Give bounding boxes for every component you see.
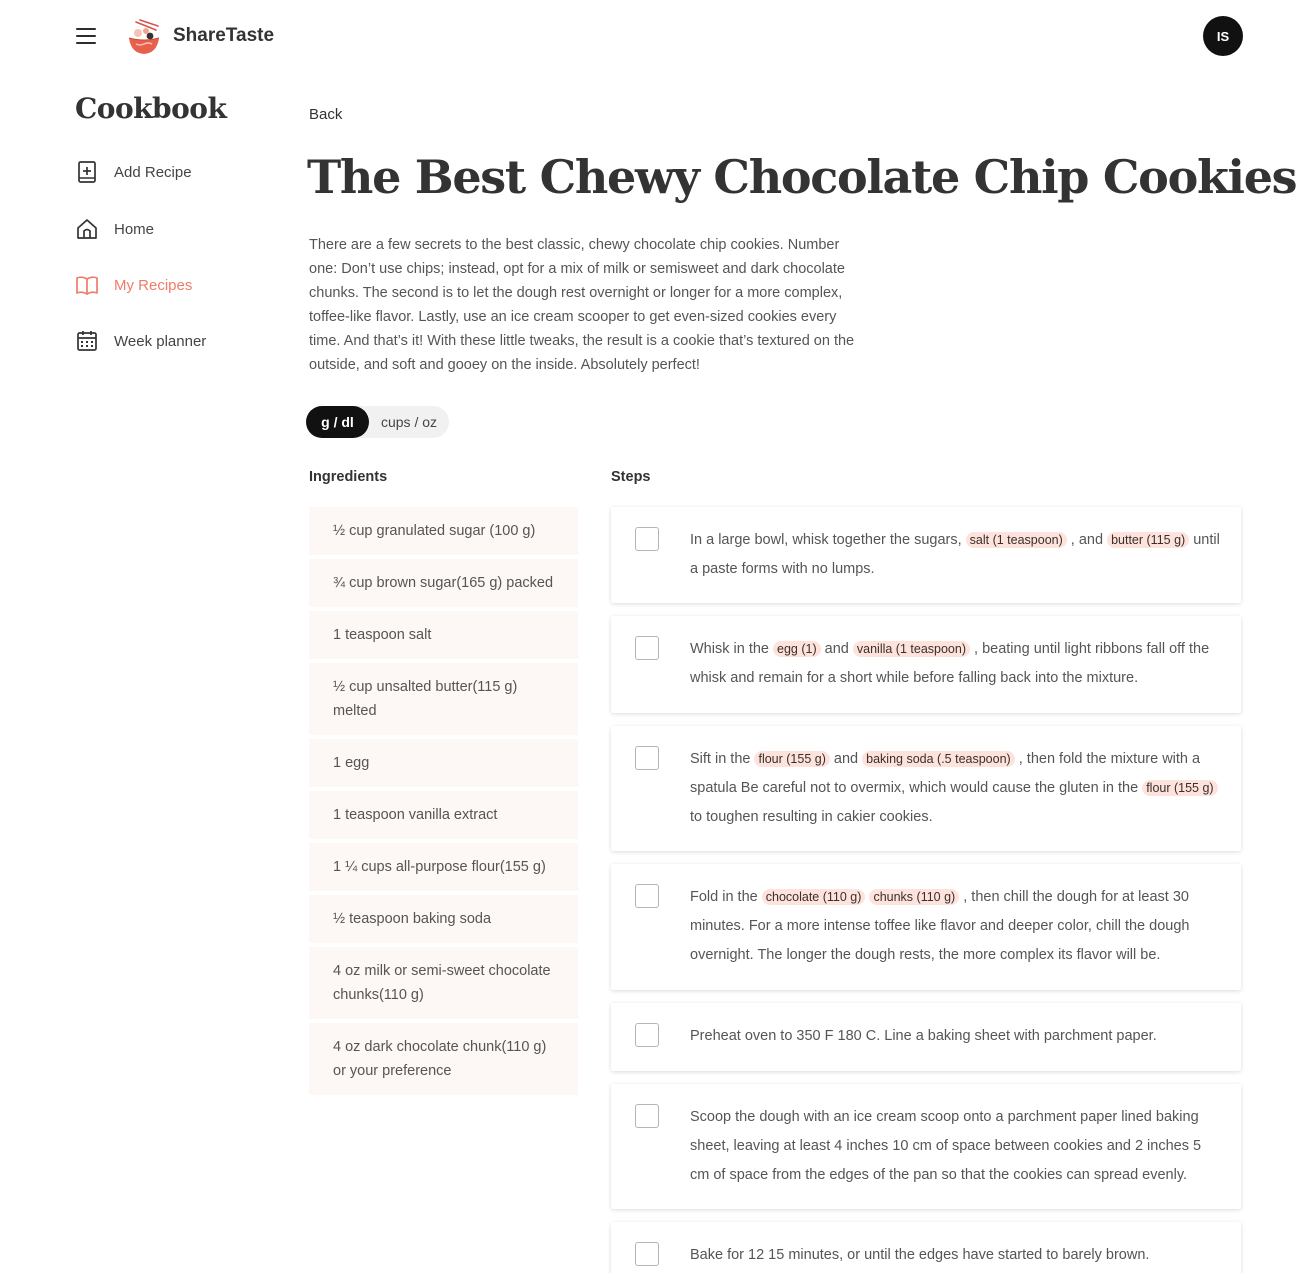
- ingredient-item: 1 ¼ cups all-purpose flour(155 g): [309, 843, 578, 891]
- back-link[interactable]: Back: [309, 106, 342, 123]
- ingredient-tag: baking soda (.5 teaspoon): [862, 751, 1015, 767]
- ingredient-item: 1 teaspoon salt: [309, 611, 578, 659]
- ingredient-tag: vanilla (1 teaspoon): [852, 641, 970, 657]
- step-checkbox[interactable]: [635, 1242, 659, 1266]
- sidebar-item-label: Week planner: [114, 332, 207, 350]
- step-text: In a large bowl, whisk together the suga…: [690, 532, 1220, 577]
- step-card: Scoop the dough with an ice cream scoop …: [611, 1084, 1241, 1209]
- recipe-description: There are a few secrets to the best clas…: [309, 237, 855, 373]
- step-text: Bake for 12 15 minutes, or until the edg…: [690, 1247, 1150, 1263]
- step-checkbox[interactable]: [635, 1104, 659, 1128]
- unit-toggle: g / dl cups / oz: [306, 406, 449, 438]
- ingredient-tag: butter (115 g): [1107, 532, 1190, 548]
- step-checkbox[interactable]: [635, 527, 659, 551]
- home-icon: [75, 217, 99, 241]
- ingredient-item: 1 egg: [309, 739, 578, 787]
- sidebar-item-add-recipe[interactable]: Add Recipe: [75, 158, 192, 186]
- sidebar-item-my-recipes[interactable]: My Recipes: [75, 271, 192, 299]
- step-card: Whisk in the egg (1) and vanilla (1 teas…: [611, 616, 1241, 713]
- steps-heading: Steps: [611, 469, 651, 485]
- step-card: Preheat oven to 350 F 180 C. Line a baki…: [611, 1003, 1241, 1071]
- user-avatar[interactable]: IS: [1203, 16, 1243, 56]
- ingredient-item: ½ cup unsalted butter(115 g) melted: [309, 663, 578, 735]
- step-text: Fold in the chocolate (110 g) chunks (11…: [690, 889, 1190, 963]
- step-card: In a large bowl, whisk together the suga…: [611, 507, 1241, 603]
- sidebar-item-label: Home: [114, 220, 155, 238]
- ingredient-tag: salt (1 teaspoon): [965, 532, 1067, 548]
- step-text: Preheat oven to 350 F 180 C. Line a baki…: [690, 1028, 1157, 1044]
- ramen-bowl-logo[interactable]: [126, 18, 162, 56]
- sidebar-item-home[interactable]: Home: [75, 215, 154, 243]
- step-card: Sift in the flour (155 g) and baking sod…: [611, 726, 1241, 851]
- ingredient-tag: chocolate (110 g): [761, 889, 866, 905]
- ingredient-item: 1 teaspoon vanilla extract: [309, 791, 578, 839]
- ingredient-tag: chunks (110 g): [869, 889, 960, 905]
- step-card: Bake for 12 15 minutes, or until the edg…: [611, 1222, 1241, 1273]
- recipe-title: The Best Chewy Chocolate Chip Cookies: [307, 150, 1298, 204]
- sidebar-item-label: My Recipes: [114, 276, 193, 294]
- calendar-icon: [75, 329, 99, 353]
- step-checkbox[interactable]: [635, 746, 659, 770]
- sidebar-item-week-planner[interactable]: Week planner: [75, 327, 206, 355]
- step-card: Fold in the chocolate (110 g) chunks (11…: [611, 864, 1241, 990]
- unit-metric-button[interactable]: g / dl: [306, 406, 369, 438]
- sidebar-item-label: Add Recipe: [114, 163, 192, 181]
- add-recipe-icon: [75, 160, 99, 184]
- sidebar-title: Cookbook: [75, 92, 227, 125]
- ingredient-tag: flour (155 g): [1142, 780, 1218, 796]
- ingredient-item: 4 oz dark chocolate chunk(110 g) or your…: [309, 1023, 578, 1095]
- ingredient-tag: egg (1): [773, 641, 821, 657]
- unit-imperial-button[interactable]: cups / oz: [369, 406, 449, 438]
- step-checkbox[interactable]: [635, 884, 659, 908]
- open-book-icon: [75, 273, 99, 297]
- step-text: Whisk in the egg (1) and vanilla (1 teas…: [690, 641, 1210, 686]
- ingredient-item: 4 oz milk or semi-sweet chocolate chunks…: [309, 947, 578, 1019]
- brand-name[interactable]: ShareTaste: [173, 25, 274, 47]
- ingredient-item: ¾ cup brown sugar(165 g) packed: [309, 559, 578, 607]
- ingredients-heading: Ingredients: [309, 469, 388, 485]
- step-text: Sift in the flour (155 g) and baking sod…: [690, 745, 1220, 832]
- ingredient-item: ½ teaspoon baking soda: [309, 895, 578, 943]
- app-header: ShareTaste IS: [0, 0, 1309, 72]
- step-text: Scoop the dough with an ice cream scoop …: [690, 1109, 1202, 1183]
- hamburger-menu-icon[interactable]: [74, 24, 100, 48]
- step-checkbox[interactable]: [635, 636, 659, 660]
- ingredient-tag: flour (155 g): [754, 751, 830, 767]
- step-checkbox[interactable]: [635, 1023, 659, 1047]
- ingredient-item: ½ cup granulated sugar (100 g): [309, 507, 578, 555]
